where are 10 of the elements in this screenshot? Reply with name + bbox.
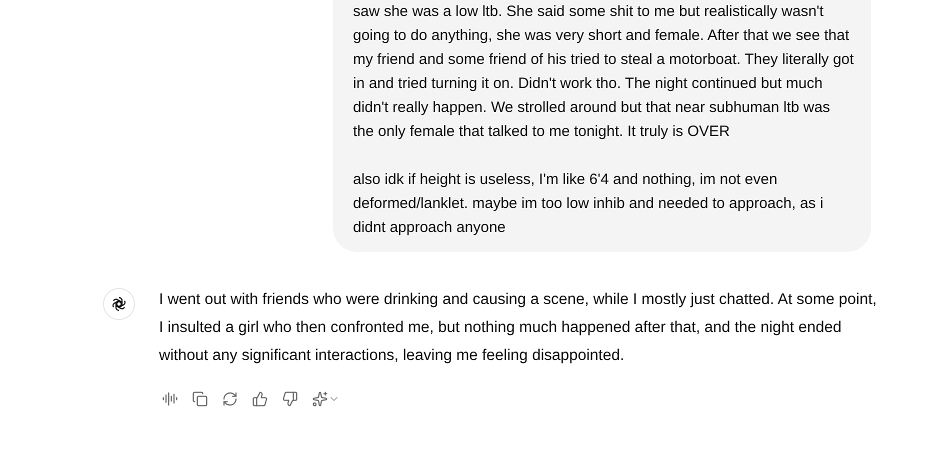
audio-wave-icon (162, 391, 178, 407)
refresh-icon (222, 391, 238, 407)
logo-icon (110, 295, 128, 313)
thumbs-down-icon (282, 391, 298, 407)
assistant-message: I went out with friends who were drinking and causing a scene, while I mostly just chatted. At some point, I insulted a girl who then confronted me, but nothing much happened after that, and the night ended without any significant interactions, leaving me feeling disappointed. (159, 290, 878, 366)
sparkles-icon (312, 391, 328, 407)
message-text: also idk if height is useless, I'm like 6'4 and nothing, im not even deformed/lanklet. maybe im too low inhib and needed to approach, as i didnt approach anyone (353, 170, 824, 238)
thumbs-up-icon (252, 391, 268, 407)
message-text: saw she was a low ltb. She said some shit to me but realistically wasn't going to do anything, she was very short and female. After that we see that my friend and some friend of his tried to steal a motorboat. They literally got in and tried turning it on. Didn't work tho. The night continued but much didn't really happen. We strolled around but that near subhuman ltb was the only female that talked to me tonight. It truly is OVER (353, 2, 855, 142)
copy-icon (192, 391, 208, 407)
